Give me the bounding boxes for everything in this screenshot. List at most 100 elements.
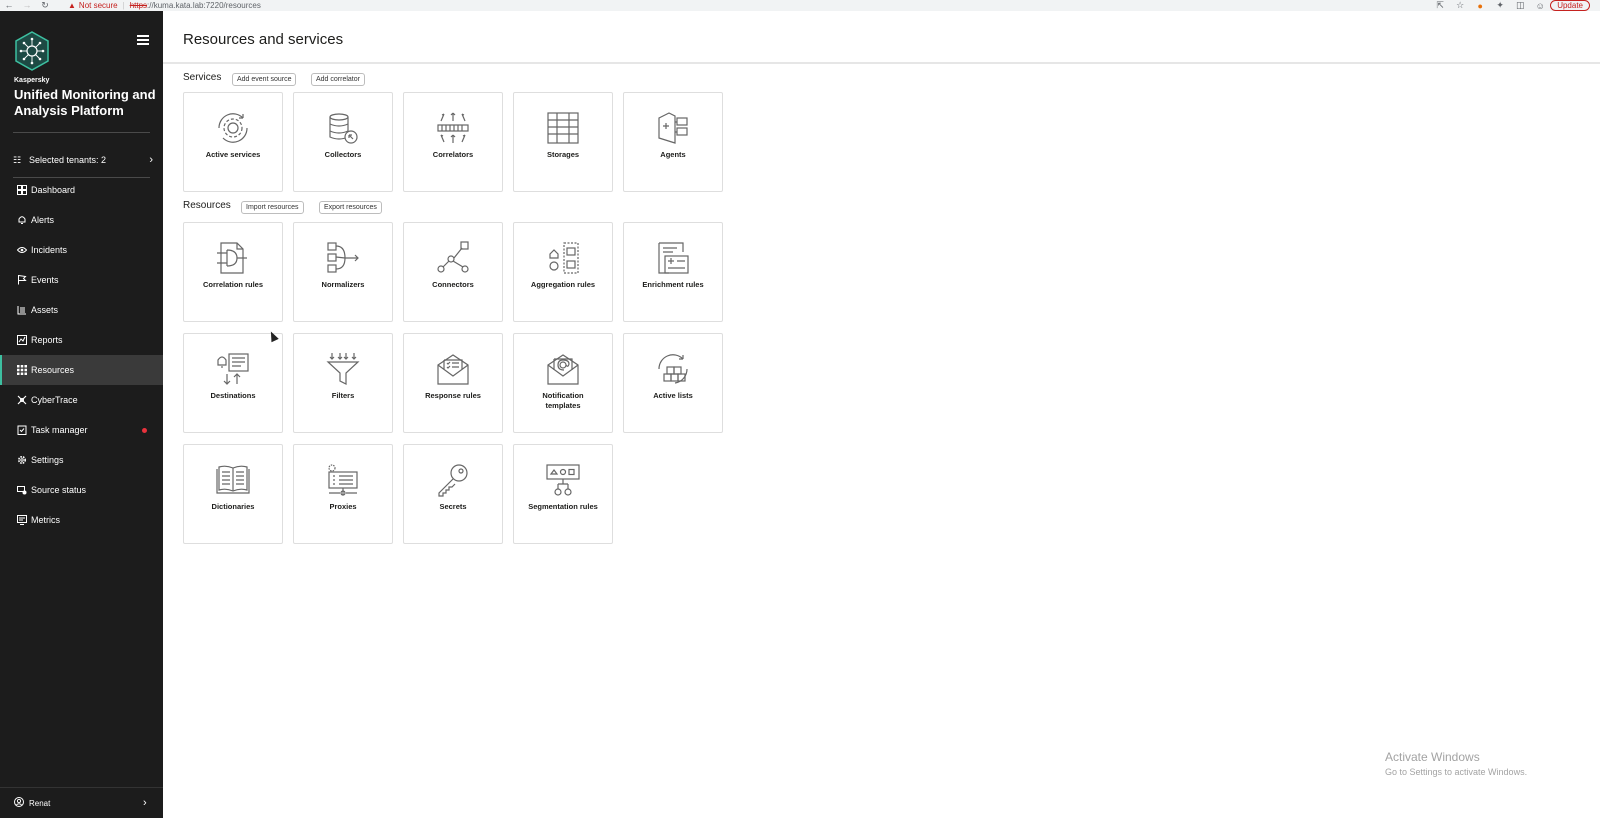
sidebar-item-label: Resources <box>31 365 75 375</box>
forward-icon[interactable]: → <box>18 0 36 11</box>
puzzle-icon[interactable]: ✦ <box>1490 0 1510 11</box>
main-content: Resources and services Services Add even… <box>163 11 1600 818</box>
notification-dot <box>142 427 147 433</box>
tile-agents[interactable]: Agents <box>623 92 723 192</box>
resources-section-label: Resources <box>183 200 231 211</box>
add-correlator-button[interactable]: Add correlator <box>311 73 365 86</box>
back-icon[interactable]: ← <box>0 0 18 11</box>
url-text[interactable]: ://kuma.kata.lab:7220/resources <box>147 1 261 10</box>
sidebar-item-assets[interactable]: Assets <box>0 295 163 325</box>
sidebar-item-task-manager[interactable]: Task manager <box>0 415 163 445</box>
add-event-source-button[interactable]: Add event source <box>232 73 297 86</box>
sidebar-item-cybertrace[interactable]: CyberTrace <box>0 385 163 415</box>
agent-icon <box>658 112 688 144</box>
sidebar-item-label: Source status <box>31 485 87 495</box>
key-icon <box>438 464 468 497</box>
sidebar-item-events[interactable]: Events <box>0 265 163 295</box>
brand-title: Unified Monitoring and Analysis Platform <box>14 87 156 118</box>
enrichment-icon <box>658 242 689 274</box>
tile-correlators[interactable]: Correlators <box>403 92 503 192</box>
sidebar-item-label: Reports <box>31 335 63 345</box>
aggregation-icon <box>549 242 579 274</box>
tile-storages[interactable]: Storages <box>513 92 613 192</box>
tile-correlation-rules[interactable]: Correlation rules <box>183 222 283 322</box>
tile-label: Normalizers <box>321 280 365 289</box>
tile-response-rules[interactable]: Response rules <box>403 333 503 433</box>
tile-label: Segmentation rules <box>528 502 598 511</box>
services-section-label: Services <box>183 72 222 83</box>
sidebar-item-alerts[interactable]: Alerts <box>0 205 163 235</box>
star-icon[interactable]: ☆ <box>1450 0 1470 11</box>
reload-icon[interactable]: ↻ <box>36 0 54 11</box>
sidebar-item-label: Dashboard <box>31 185 76 195</box>
tile-collectors[interactable]: Collectors <box>293 92 393 192</box>
sidebar-item-source-status[interactable]: Source status <box>0 475 163 505</box>
menu-toggle-icon[interactable] <box>137 35 149 45</box>
tile-segmentation-rules[interactable]: Segmentation rules <box>513 444 613 544</box>
assets-icon <box>14 305 29 315</box>
sidebar-item-dashboard[interactable]: Dashboard <box>0 175 163 205</box>
tile-filters[interactable]: Filters <box>293 333 393 433</box>
tile-label: Proxies <box>329 502 357 511</box>
warning-icon: ▲ <box>68 1 76 10</box>
sidebar-item-label: Events <box>31 275 59 285</box>
tile-label: Connectors <box>432 280 474 289</box>
sidebar-item-resources[interactable]: Resources <box>0 355 163 385</box>
tile-proxies[interactable]: Proxies <box>293 444 393 544</box>
user-menu[interactable]: Renat › <box>0 787 163 818</box>
share-icon[interactable]: ⇱ <box>1430 0 1450 11</box>
tile-active-lists[interactable]: Active lists <box>623 333 723 433</box>
dashboard-icon <box>14 185 29 195</box>
tile-active-services[interactable]: Active services <box>183 92 283 192</box>
divider <box>13 132 150 133</box>
segmentation-icon <box>546 464 580 496</box>
sidebar-item-settings[interactable]: Settings <box>0 445 163 475</box>
sidebar-item-metrics[interactable]: Metrics <box>0 505 163 535</box>
export-resources-button[interactable]: Export resources <box>319 201 382 214</box>
tile-label: Destinations <box>210 391 256 400</box>
eye-icon <box>14 245 29 255</box>
tile-aggregation-rules[interactable]: Aggregation rules <box>513 222 613 322</box>
side-panel-icon[interactable]: ◫ <box>1510 0 1530 11</box>
extension-fire-icon[interactable]: ● <box>1470 1 1490 11</box>
tile-connectors[interactable]: Connectors <box>403 222 503 322</box>
profile-icon[interactable]: ☺ <box>1530 1 1550 11</box>
not-secure-label[interactable]: Not secure <box>79 1 118 10</box>
tenants-label: Selected tenants: 2 <box>29 155 107 165</box>
sidebar-item-label: Alerts <box>31 215 55 225</box>
sidebar-item-reports[interactable]: Reports <box>0 325 163 355</box>
correlation-rules-icon <box>217 242 247 274</box>
tenants-icon: ☷ <box>13 154 22 165</box>
tile-notification-templates[interactable]: Notification templates <box>513 333 613 433</box>
reports-icon <box>14 335 29 345</box>
watermark-line2: Go to Settings to activate Windows. <box>1385 767 1528 777</box>
chevron-right-icon: › <box>143 797 147 809</box>
tile-secrets[interactable]: Secrets <box>403 444 503 544</box>
tile-label: Dictionaries <box>211 502 255 511</box>
response-icon <box>437 354 469 385</box>
import-resources-button[interactable]: Import resources <box>241 201 304 214</box>
tile-normalizers[interactable]: Normalizers <box>293 222 393 322</box>
proxy-icon <box>328 464 358 496</box>
sidebar-item-incidents[interactable]: Incidents <box>0 235 163 265</box>
task-icon <box>14 425 29 435</box>
tile-dictionaries[interactable]: Dictionaries <box>183 444 283 544</box>
gear-icon <box>14 455 29 465</box>
tile-destinations[interactable]: Destinations <box>183 333 283 433</box>
filter-icon <box>326 353 360 385</box>
user-icon <box>14 797 24 809</box>
watermark-line1: Activate Windows <box>1385 750 1480 764</box>
update-button[interactable]: Update <box>1550 0 1590 11</box>
gear-cycle-icon <box>218 113 248 143</box>
chevron-right-icon: › <box>149 154 153 166</box>
database-icon <box>329 113 358 144</box>
tile-label: Active lists <box>653 391 693 400</box>
active-list-icon <box>658 354 688 384</box>
tile-enrichment-rules[interactable]: Enrichment rules <box>623 222 723 322</box>
tenants-selector[interactable]: ☷ Selected tenants: 2 › <box>13 143 153 177</box>
metrics-icon <box>14 515 29 525</box>
page-title: Resources and services <box>183 31 344 48</box>
destination-icon <box>217 353 249 385</box>
url-scheme[interactable]: https <box>130 1 147 10</box>
tile-label: Correlation rules <box>202 280 263 289</box>
